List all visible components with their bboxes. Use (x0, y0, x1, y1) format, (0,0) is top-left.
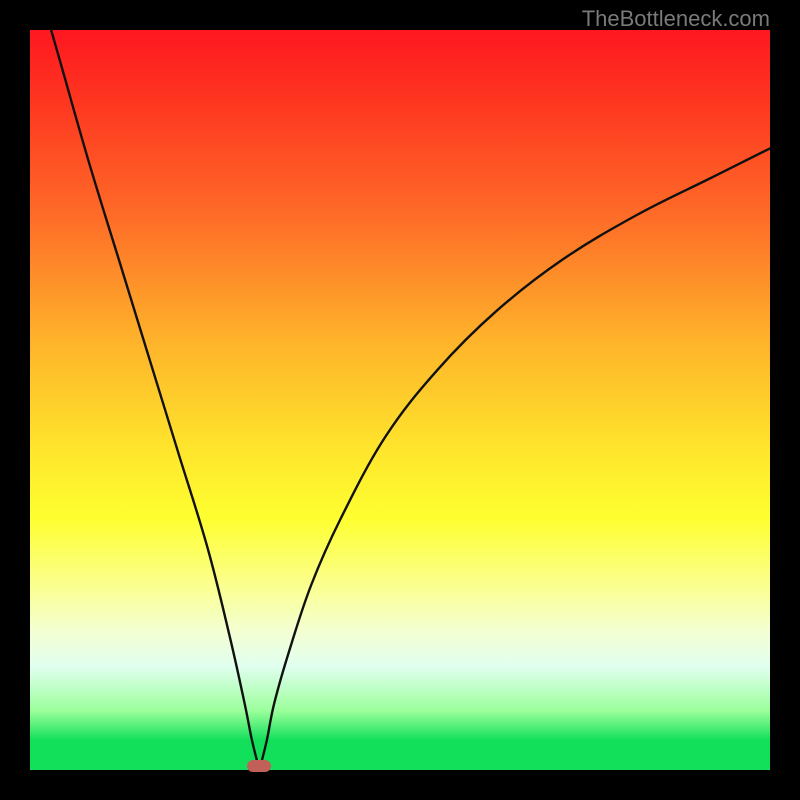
bottleneck-curve-path (30, 30, 770, 770)
curve-layer (30, 30, 770, 770)
watermark-label: TheBottleneck.com (582, 6, 770, 32)
minimum-marker (247, 760, 271, 772)
chart-frame: TheBottleneck.com (0, 0, 800, 800)
